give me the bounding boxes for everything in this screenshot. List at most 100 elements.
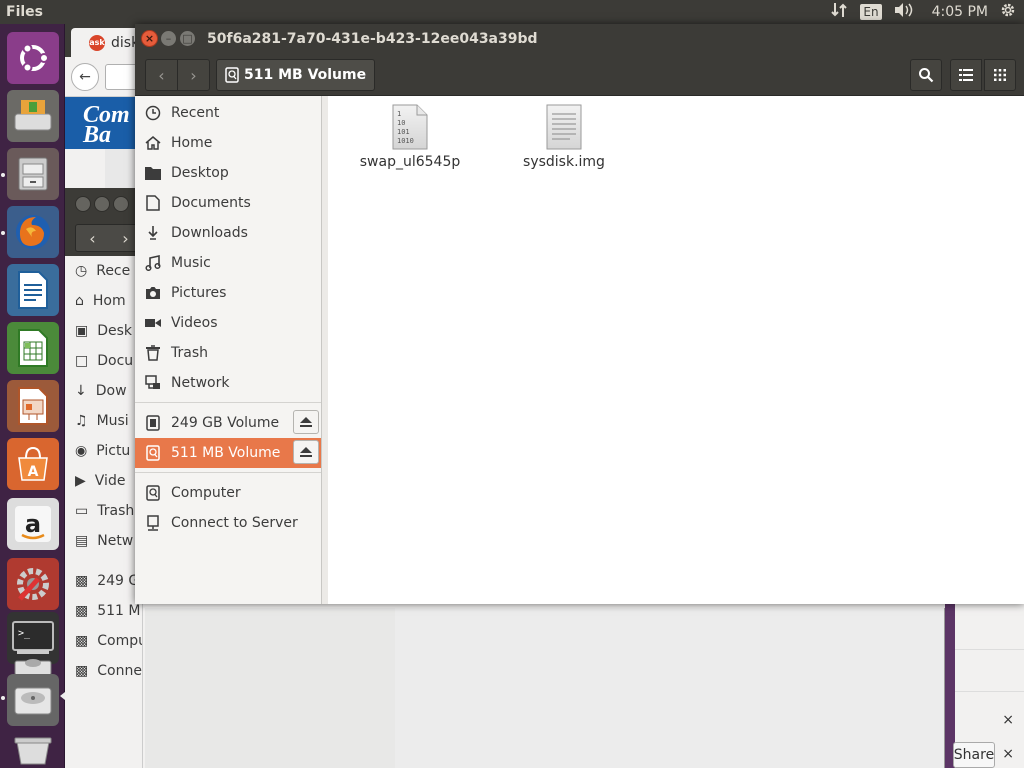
sidebar-item-249gb-volume[interactable]: 249 GB Volume <box>135 408 321 438</box>
session-gear-icon[interactable] <box>1000 2 1016 22</box>
bg-row <box>955 604 1024 650</box>
bg-files-sidebar: ◷ Rece ⌂ Hom ▣ Desk □ Docu ↓ Dow ♫ Musi ◉ Pictu… <box>65 256 143 768</box>
close-icon[interactable]: × <box>1002 712 1014 728</box>
binary-line: 1 <box>397 110 401 118</box>
launcher-impress[interactable] <box>7 380 59 432</box>
bg-sidebar-item[interactable]: ↓ Dow <box>65 376 142 406</box>
bg-sidebar-item[interactable]: ⌂ Hom <box>65 286 142 316</box>
launcher-calc[interactable] <box>7 322 59 374</box>
back-button[interactable]: ‹ <box>146 60 177 90</box>
file-item[interactable]: sysdisk.img <box>509 104 619 170</box>
bg-minimize-button[interactable] <box>94 196 110 212</box>
bg-sidebar-item[interactable]: ♫ Musi <box>65 406 142 436</box>
volume-icon[interactable] <box>894 2 914 22</box>
sidebar-item-label: Connect to Server <box>171 515 298 531</box>
path-bar-button[interactable]: 511 MB Volume <box>216 59 376 91</box>
eject-button[interactable] <box>293 440 319 464</box>
launcher-trash[interactable] <box>7 724 59 768</box>
bg-sidebar-item[interactable]: ▩ 511 M <box>65 596 142 626</box>
bg-sidebar-item[interactable]: ▩ 249 G <box>65 566 142 596</box>
launcher-settings[interactable] <box>7 558 59 610</box>
bg-sidebar-item[interactable]: ◉ Pictu <box>65 436 142 466</box>
bg-maximize-button[interactable] <box>113 196 129 212</box>
launcher-files[interactable] <box>7 148 59 200</box>
music-icon: ♫ <box>75 413 88 429</box>
network-transfer-icon[interactable] <box>830 2 848 22</box>
bg-sidebar-item[interactable]: □ Docu <box>65 346 142 376</box>
window-maximize-button[interactable]: □ <box>179 30 196 47</box>
keyboard-layout-indicator[interactable]: En <box>860 4 882 20</box>
svg-text:a: a <box>25 510 41 538</box>
bg-sidebar-label: Vide <box>94 473 126 489</box>
sidebar-item-documents[interactable]: Documents <box>135 188 321 218</box>
sidebar-item-label: Documents <box>171 195 251 211</box>
sidebar-item-desktop[interactable]: Desktop <box>135 158 321 188</box>
forward-button[interactable]: › <box>177 60 209 90</box>
maximize-icon: □ <box>182 32 193 45</box>
download-icon <box>145 225 161 241</box>
bg-sidebar-label: 249 G <box>97 573 140 589</box>
arrow-left-icon: ← <box>79 68 91 85</box>
clock-icon: ◷ <box>75 263 88 279</box>
search-button[interactable] <box>910 59 942 91</box>
camera-icon <box>145 285 161 301</box>
launcher-writer[interactable] <box>7 264 59 316</box>
sidebar-item-connect-to-server[interactable]: Connect to Server <box>135 508 321 538</box>
bg-sidebar-item[interactable]: ▶ Vide <box>65 466 142 496</box>
grid-view-button[interactable] <box>984 59 1016 91</box>
file-name: swap_ul6545p <box>359 154 461 170</box>
window-close-button[interactable]: × <box>141 30 158 47</box>
hard-disk-icon <box>14 100 52 131</box>
sidebar-item-network[interactable]: Network <box>135 368 321 398</box>
sidebar-item-videos[interactable]: Videos <box>135 308 321 338</box>
ask-favicon-icon: ask <box>89 34 105 51</box>
sidebar-item-511mb-volume[interactable]: 511 MB Volume <box>135 438 321 468</box>
sidebar-item-recent[interactable]: Recent <box>135 98 321 128</box>
sidebar-item-downloads[interactable]: Downloads <box>135 218 321 248</box>
launcher-removable-drive[interactable] <box>7 674 59 726</box>
ubuntu-dash-button[interactable] <box>7 32 59 84</box>
clock[interactable]: 4:05 PM <box>932 4 988 20</box>
launcher-amazon[interactable]: a <box>7 498 59 550</box>
sidebar-item-computer[interactable]: Computer <box>135 478 321 508</box>
bg-sidebar-label: Compu <box>97 633 142 649</box>
sidebar-item-music[interactable]: Music <box>135 248 321 278</box>
list-view-button[interactable] <box>950 59 982 91</box>
sidebar-item-label: Downloads <box>171 225 248 241</box>
bg-close-button[interactable] <box>75 196 91 212</box>
window-minimize-button[interactable]: – <box>160 30 177 47</box>
binary-line: 10 <box>397 119 405 127</box>
share-button[interactable]: Share <box>953 742 995 768</box>
bg-sidebar-item[interactable]: ▩ Compu <box>65 626 142 656</box>
launcher-firefox[interactable] <box>7 206 59 258</box>
grid-view-icon <box>994 69 1006 81</box>
bg-sidebar-item[interactable]: ▤ Netw <box>65 526 142 556</box>
bg-sidebar-item[interactable]: ▭ Trash <box>65 496 142 526</box>
home-icon: ⌂ <box>75 293 84 309</box>
chevron-right-icon[interactable]: › <box>122 229 128 248</box>
file-view[interactable]: 1 10 101 1010 swap_ul6545p sysdisk.img <box>328 96 1024 604</box>
bg-sidebar-item[interactable]: ▩ Conne <box>65 656 142 686</box>
chevron-left-icon[interactable]: ‹ <box>89 229 95 248</box>
browser-back-button[interactable]: ← <box>71 62 99 91</box>
sidebar-item-label: Music <box>171 255 211 271</box>
sidebar-item-label: Computer <box>171 485 241 501</box>
close-icon[interactable]: × <box>1002 746 1014 762</box>
drive-icon <box>145 415 161 431</box>
window-titlebar[interactable]: × – □ 50f6a281-7a70-431e-b423-12ee043a39… <box>135 24 1024 54</box>
bg-sidebar-item[interactable]: ◷ Rece <box>65 256 142 286</box>
nav-buttons: ‹ › <box>145 59 210 91</box>
sidebar-item-label: Network <box>171 375 230 391</box>
launcher-disk-usage[interactable] <box>7 90 59 142</box>
sidebar-item-home[interactable]: Home <box>135 128 321 158</box>
bg-sidebar-item[interactable]: ▣ Desk <box>65 316 142 346</box>
bg-nav-buttons[interactable]: ‹ › <box>75 224 143 252</box>
eject-button[interactable] <box>293 410 319 434</box>
file-cabinet-icon <box>18 157 48 191</box>
file-item[interactable]: 1 10 101 1010 swap_ul6545p <box>355 104 465 170</box>
bg-sidebar-label: Musi <box>96 413 129 429</box>
launcher-software[interactable]: A <box>7 438 59 490</box>
sidebar-item-pictures[interactable]: Pictures <box>135 278 321 308</box>
sidebar-item-trash[interactable]: Trash <box>135 338 321 368</box>
trash-icon <box>145 345 161 361</box>
